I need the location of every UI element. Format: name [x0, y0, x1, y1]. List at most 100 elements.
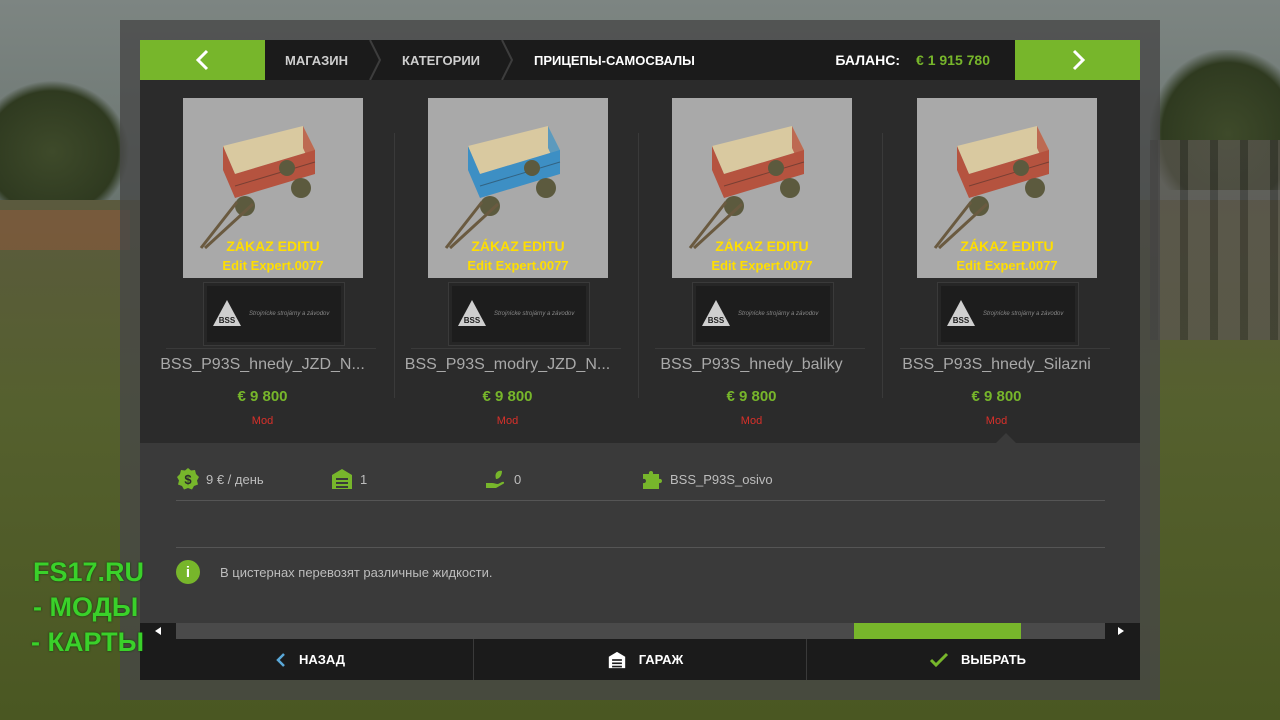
brand-logo: BSS Strojnícke strojárny a závodov — [937, 282, 1079, 346]
hand-plant-icon — [486, 470, 505, 488]
checkmark-icon — [929, 652, 949, 667]
item-image[interactable]: ZÁKAZ EDITU Edit Expert.0077 — [672, 98, 852, 278]
bottom-separator — [473, 639, 474, 680]
scrollbar-thumb[interactable] — [854, 623, 1022, 639]
breadcrumb-separator-icon — [501, 40, 514, 80]
mod-tag: Mod — [251, 415, 274, 427]
back-button-label: НАЗАД — [298, 652, 346, 667]
puzzle-icon — [643, 471, 662, 489]
selection-indicator — [996, 433, 1016, 443]
breadcrumb-shop[interactable]: МАГАЗИН — [265, 40, 368, 80]
garage-count: 1 — [360, 471, 368, 487]
mod-tag: Mod — [740, 415, 763, 427]
watermark-line: - КАРТЫ — [31, 627, 145, 657]
background-field-patch — [0, 210, 130, 250]
balance-label: БАЛАНС: — [835, 52, 901, 68]
item-description: В цистернах перевозят различные жидкости… — [220, 565, 493, 580]
item-image-overlay: Edit Expert.0077 — [956, 258, 1058, 273]
mod-tag: Mod — [496, 415, 519, 427]
breadcrumb-separator-icon — [369, 40, 382, 80]
item-image[interactable]: ZÁKAZ EDITU Edit Expert.0077 — [917, 98, 1097, 278]
bottom-separator — [806, 639, 807, 680]
watermark-line: - МОДЫ — [33, 592, 139, 622]
chevron-right-icon — [1072, 49, 1085, 71]
item-price: € 9 800 — [971, 388, 1022, 405]
chevron-left-icon — [276, 652, 285, 667]
breadcrumb-current: ПРИЦЕПЫ-САМОСВАЛЫ — [534, 52, 695, 68]
breadcrumb-categories[interactable]: КАТЕГОРИИ — [382, 40, 500, 80]
info-icon: i — [176, 560, 200, 584]
brand-logo-text: Strojnícke strojárny a závodov — [738, 310, 819, 317]
upkeep-stat: $ 9 € / день — [176, 466, 264, 492]
item-image-overlay: ZÁKAZ EDITU — [471, 238, 565, 254]
chevron-left-icon — [195, 49, 208, 71]
mod-tag: Mod — [985, 415, 1008, 427]
item-price: € 9 800 — [482, 388, 533, 405]
item-price: € 9 800 — [237, 388, 288, 405]
svg-text:BSS: BSS — [464, 316, 481, 325]
bss-logo-icon: BSS — [213, 300, 241, 326]
svg-text:BSS: BSS — [708, 316, 725, 325]
svg-text:$: $ — [184, 472, 192, 487]
triangle-right-icon — [1118, 627, 1124, 635]
bss-logo-icon: BSS — [702, 300, 730, 326]
item-name: BSS_P93S_hnedy_baliky — [660, 356, 843, 373]
select-button-label: ВЫБРАТЬ — [960, 652, 1026, 667]
scroll-left-button[interactable] — [150, 623, 166, 639]
brand-logo: BSS Strojnícke strojárny a závodov — [692, 282, 834, 346]
garage-icon — [332, 469, 352, 489]
garage-button[interactable]: ГАРАЖ — [590, 639, 700, 680]
capacity-value: 0 — [514, 471, 522, 487]
item-image-overlay: ZÁKAZ EDITU — [960, 238, 1054, 254]
balance-value: € 1 915 780 — [916, 52, 990, 68]
capacity-stat: 0 — [484, 466, 521, 492]
back-button[interactable]: НАЗАД — [260, 639, 360, 680]
background-fence — [1150, 140, 1280, 340]
breadcrumb: МАГАЗИН КАТЕГОРИИ ПРИЦЕПЫ-САМОСВАЛЫ — [265, 40, 715, 80]
divider — [411, 348, 621, 349]
triangle-left-icon — [155, 627, 161, 635]
money-cost-icon: $ — [177, 468, 199, 490]
brand-logo-text: Strojnícke strojárny a závodov — [983, 310, 1064, 317]
divider — [166, 348, 376, 349]
brand-logo-text: Strojnícke strojárny a závodov — [249, 310, 330, 317]
item-image-overlay: Edit Expert.0077 — [467, 258, 569, 273]
bss-logo-icon: BSS — [947, 300, 975, 326]
scroll-right-button[interactable] — [1113, 623, 1129, 639]
background-trees — [0, 80, 130, 200]
brand-logo: BSS Strojnícke strojárny a závodov — [203, 282, 345, 346]
brand-logo-text: Strojnícke strojárny a závodov — [494, 310, 575, 317]
divider — [176, 547, 1105, 548]
svg-text:BSS: BSS — [219, 316, 236, 325]
upkeep-value: 9 € / день — [206, 471, 264, 487]
garage-stat: 1 — [330, 466, 367, 492]
divider — [900, 348, 1110, 349]
shop-item[interactable]: ZÁKAZ EDITU Edit Expert.0077 BSS Strojní… — [629, 98, 874, 433]
item-name: BSS_P93S_hnedy_Silazni — [902, 356, 1091, 373]
item-image-overlay: ZÁKAZ EDITU — [226, 238, 320, 254]
item-image[interactable]: ZÁKAZ EDITU Edit Expert.0077 — [428, 98, 608, 278]
svg-text:BSS: BSS — [953, 316, 970, 325]
item-image[interactable]: ZÁKAZ EDITU Edit Expert.0077 — [183, 98, 363, 278]
item-image-overlay: Edit Expert.0077 — [222, 258, 324, 273]
item-price: € 9 800 — [726, 388, 777, 405]
shop-item[interactable]: ZÁKAZ EDITU Edit Expert.0077 BSS Strojní… — [140, 98, 385, 433]
item-image-overlay: ZÁKAZ EDITU — [715, 238, 809, 254]
prev-category-button[interactable] — [140, 40, 265, 80]
select-button[interactable]: ВЫБРАТЬ — [915, 639, 1040, 680]
mod-name: BSS_P93S_osivo — [670, 471, 773, 487]
item-name: BSS_P93S_modry_JZD_N... — [404, 356, 611, 373]
shop-item[interactable]: ZÁKAZ EDITU Edit Expert.0077 BSS Strojní… — [385, 98, 630, 433]
brand-logo: BSS Strojnícke strojárny a závodov — [448, 282, 590, 346]
item-name: BSS_P93S_hnedy_JZD_N... — [160, 356, 365, 373]
shop-item[interactable]: ZÁKAZ EDITU Edit Expert.0077 BSS Strojní… — [874, 98, 1119, 433]
mod-source-stat: BSS_P93S_osivo — [640, 466, 773, 492]
garage-button-label: ГАРАЖ — [638, 652, 684, 667]
bss-logo-icon: BSS — [458, 300, 486, 326]
item-image-overlay: Edit Expert.0077 — [711, 258, 813, 273]
divider — [176, 500, 1105, 501]
garage-icon — [608, 651, 625, 668]
divider — [655, 348, 865, 349]
balance: БАЛАНС: € 1 915 780 — [835, 40, 990, 80]
next-category-button[interactable] — [1015, 40, 1140, 80]
